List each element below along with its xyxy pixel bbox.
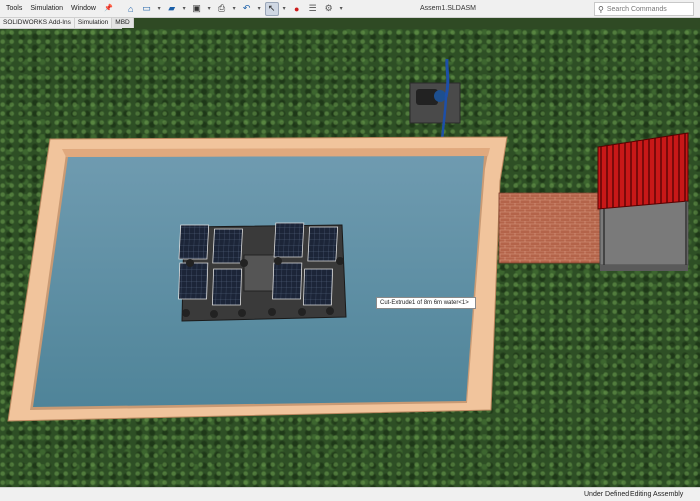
status-editing-assembly: Editing Assembly [630,491,684,498]
tab-solidworks-add-ins[interactable]: SOLIDWORKS Add-Ins [0,18,75,28]
chevron-down-icon[interactable]: ▾ [281,2,288,16]
traffic-light-icon[interactable]: ● [290,2,304,16]
menu-tools[interactable]: Tools [2,0,26,17]
floating-solar-platform [178,222,347,322]
standard-toolbar: ⌂ ▭ ▾ ▰ ▾ ▣ ▾ ⎙ ▾ ↶ ▾ ↖ ▾ ● ☰ ⚙ ▾ [123,0,346,17]
search-input[interactable]: Search Commands [607,6,667,13]
home-icon[interactable]: ⌂ [124,2,138,16]
status-bar: Under Defined Editing Assembly [0,487,700,501]
print-icon[interactable]: ⎙ [215,2,229,16]
brick-walkway [498,192,602,264]
tab-mbd[interactable]: MBD [112,18,134,28]
save-icon[interactable]: ▣ [190,2,204,16]
chevron-down-icon[interactable]: ▾ [231,2,238,16]
chevron-down-icon[interactable]: ▾ [256,2,263,16]
select-arrow-icon[interactable]: ↖ [264,1,279,16]
chevron-down-icon[interactable]: ▾ [181,2,188,16]
title-bar: Tools Simulation Window 📌 ⌂ ▭ ▾ ▰ ▾ ▣ ▾ … [0,0,700,18]
menu-bar: Tools Simulation Window 📌 [0,0,117,17]
pump-shed [597,132,689,271]
search-commands-box[interactable]: ⚲ Search Commands [594,2,694,16]
menu-simulation[interactable]: Simulation [26,0,67,17]
chevron-down-icon[interactable]: ▾ [338,2,345,16]
new-document-icon[interactable]: ▭ [140,2,154,16]
graphics-area[interactable]: Cut-Extrude1 of 8m 6m water<1> [0,29,700,487]
search-icon: ⚲ [598,4,604,14]
assembly-model [7,58,689,422]
undo-icon[interactable]: ↶ [240,2,254,16]
gear-icon[interactable]: ⚙ [322,2,336,16]
open-folder-icon[interactable]: ▰ [165,2,179,16]
command-manager-tabs: SOLIDWORKS Add-Ins Simulation MBD [0,18,134,29]
tab-simulation[interactable]: Simulation [75,18,113,28]
chevron-down-icon[interactable]: ▾ [156,2,163,16]
pin-icon[interactable]: 📌 [100,0,117,17]
file-properties-icon[interactable]: ☰ [306,2,320,16]
selection-tooltip: Cut-Extrude1 of 8m 6m water<1> [376,297,476,309]
chevron-down-icon[interactable]: ▾ [206,2,213,16]
menu-window[interactable]: Window [67,0,100,17]
window-title: Assem1.SLDASM [420,5,477,12]
status-under-defined: Under Defined [584,491,630,498]
